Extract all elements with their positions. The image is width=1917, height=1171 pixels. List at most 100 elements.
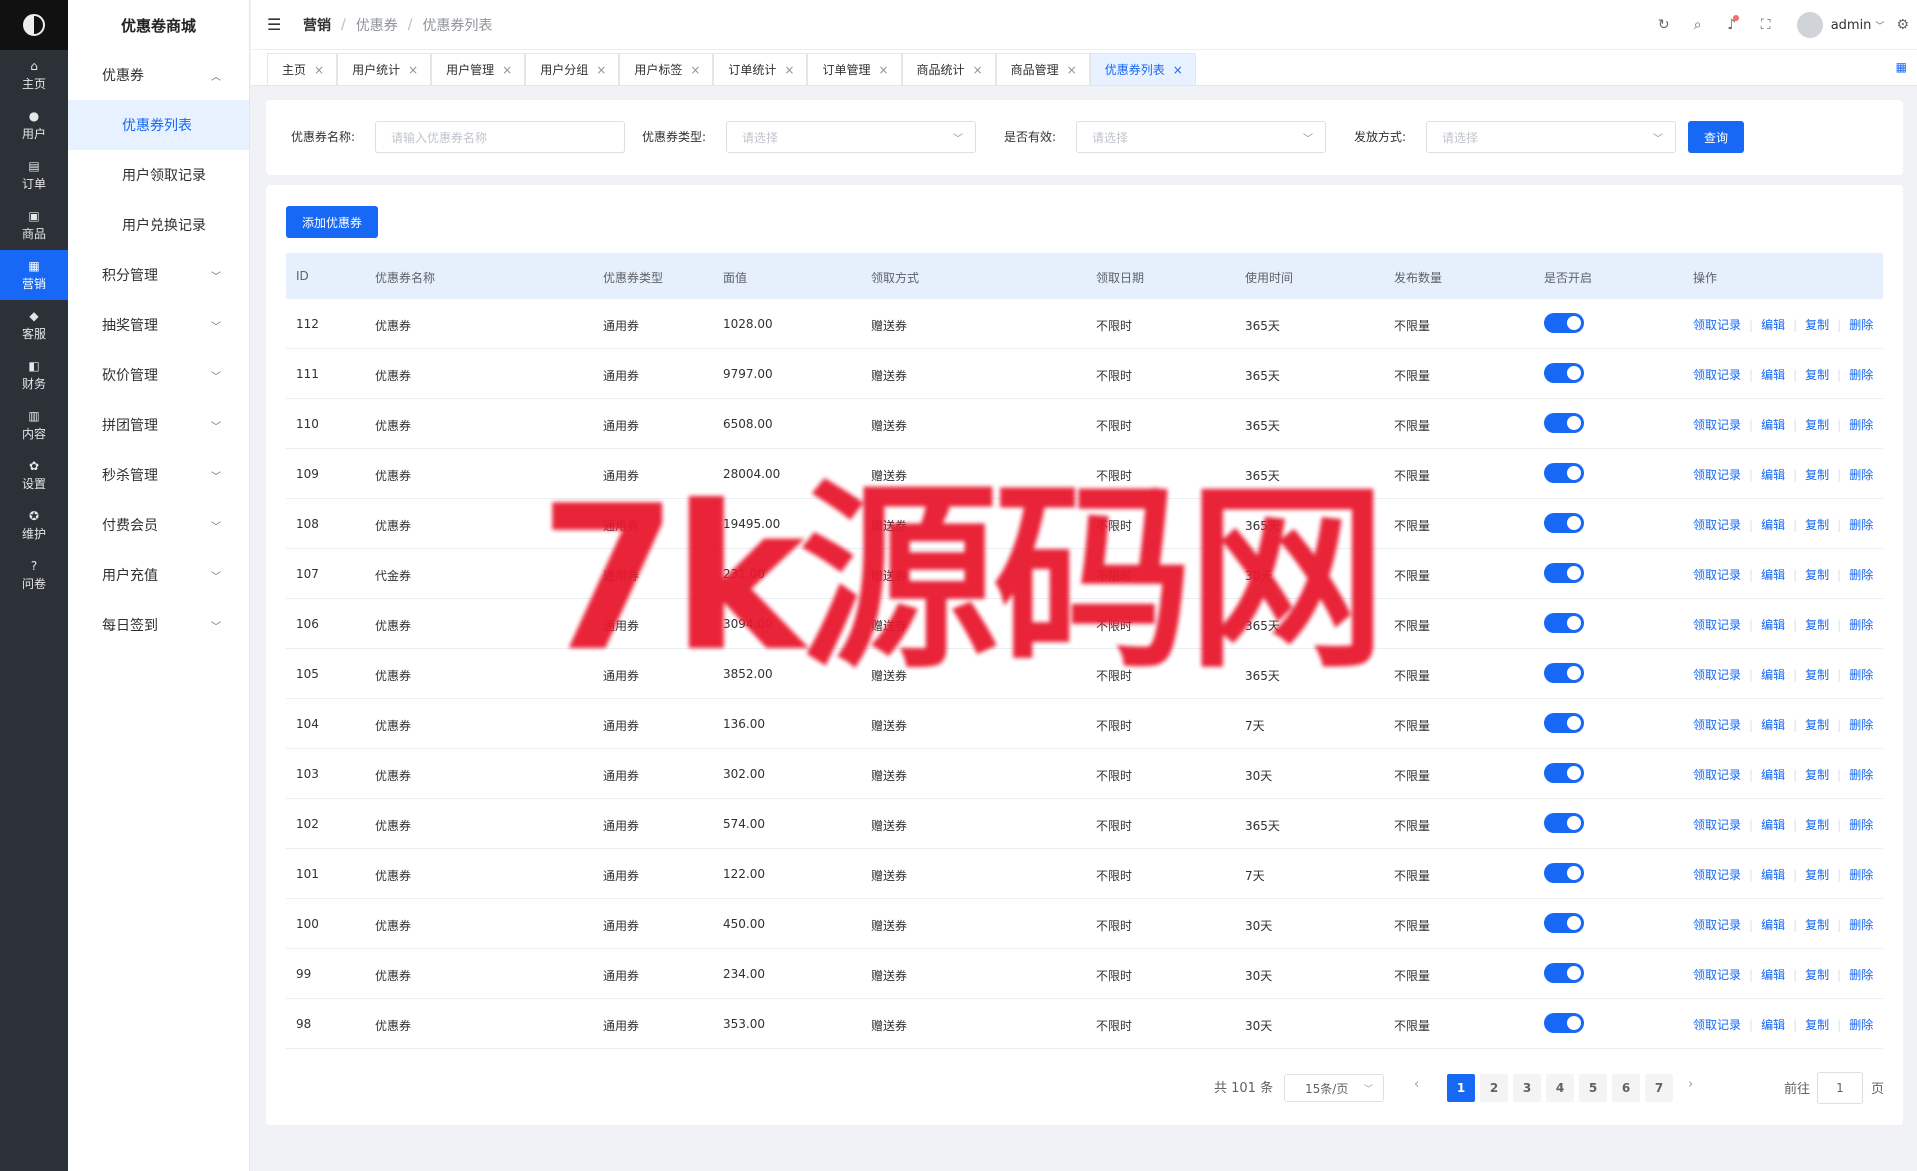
enable-toggle[interactable] (1544, 463, 1584, 483)
app-logo[interactable] (0, 0, 68, 50)
page-size-select[interactable]: 15条/页 ﹀ (1284, 1074, 1384, 1102)
username[interactable]: admin (1831, 18, 1872, 33)
menu-item-coupon-list[interactable]: 优惠券列表 (68, 100, 249, 150)
copy-link[interactable]: 复制 (1805, 416, 1829, 433)
copy-link[interactable]: 复制 (1805, 566, 1829, 583)
edit-link[interactable]: 编辑 (1761, 916, 1785, 933)
copy-link[interactable]: 复制 (1805, 866, 1829, 883)
rail-item-home[interactable]: ⌂ 主页 (0, 50, 68, 100)
menu-group-coupon[interactable]: 优惠券 ︿ (68, 50, 249, 100)
coupon-type-select[interactable]: 请选择 ﹀ (726, 121, 976, 153)
delete-link[interactable]: 删除 (1849, 916, 1873, 933)
copy-link[interactable]: 复制 (1805, 316, 1829, 333)
delete-link[interactable]: 删除 (1849, 416, 1873, 433)
enable-toggle[interactable] (1544, 913, 1584, 933)
tab-item[interactable]: 用户管理 × (431, 53, 526, 85)
claim-records-link[interactable]: 领取记录 (1693, 716, 1741, 733)
copy-link[interactable]: 复制 (1805, 766, 1829, 783)
bell-icon[interactable]: ♪ (1715, 15, 1749, 33)
add-coupon-button[interactable]: 添加优惠券 (286, 206, 378, 238)
tab-item[interactable]: 用户分组 × (525, 53, 620, 85)
copy-link[interactable]: 复制 (1805, 716, 1829, 733)
delete-link[interactable]: 删除 (1849, 466, 1873, 483)
menu-group[interactable]: 用户充值 ﹀ (68, 550, 249, 600)
menu-group[interactable]: 拼团管理 ﹀ (68, 400, 249, 450)
menu-group[interactable]: 积分管理 ﹀ (68, 250, 249, 300)
rail-item-marketing[interactable]: ▦ 营销 (0, 250, 68, 300)
edit-link[interactable]: 编辑 (1761, 766, 1785, 783)
close-icon[interactable]: × (690, 63, 700, 77)
claim-records-link[interactable]: 领取记录 (1693, 966, 1741, 983)
delete-link[interactable]: 删除 (1849, 716, 1873, 733)
page-button[interactable]: 2 (1480, 1074, 1508, 1102)
delete-link[interactable]: 删除 (1849, 616, 1873, 633)
menu-group[interactable]: 付费会员 ﹀ (68, 500, 249, 550)
claim-records-link[interactable]: 领取记录 (1693, 566, 1741, 583)
enable-toggle[interactable] (1544, 313, 1584, 333)
rail-item-content[interactable]: ▥ 内容 (0, 400, 68, 450)
copy-link[interactable]: 复制 (1805, 516, 1829, 533)
rail-item-goods[interactable]: ▣ 商品 (0, 200, 68, 250)
breadcrumb-item[interactable]: 营销 (303, 15, 331, 35)
page-button[interactable]: 5 (1579, 1074, 1607, 1102)
tab-item[interactable]: 订单管理 × (807, 53, 902, 85)
edit-link[interactable]: 编辑 (1761, 716, 1785, 733)
coupon-name-input[interactable]: 请输入优惠券名称 (375, 121, 625, 153)
enable-toggle[interactable] (1544, 713, 1584, 733)
close-icon[interactable]: × (596, 63, 606, 77)
edit-link[interactable]: 编辑 (1761, 816, 1785, 833)
menu-item-claim-records[interactable]: 用户领取记录 (68, 150, 249, 200)
page-button[interactable]: 6 (1612, 1074, 1640, 1102)
claim-records-link[interactable]: 领取记录 (1693, 816, 1741, 833)
menu-group[interactable]: 秒杀管理 ﹀ (68, 450, 249, 500)
edit-link[interactable]: 编辑 (1761, 516, 1785, 533)
avatar[interactable] (1796, 12, 1823, 38)
tab-item[interactable]: 用户统计 × (337, 53, 432, 85)
edit-link[interactable]: 编辑 (1761, 416, 1785, 433)
tab-item[interactable]: 主页 × (267, 53, 338, 85)
rail-item-order[interactable]: ▤ 订单 (0, 150, 68, 200)
close-icon[interactable]: × (408, 63, 418, 77)
delete-link[interactable]: 删除 (1849, 316, 1873, 333)
copy-link[interactable]: 复制 (1805, 916, 1829, 933)
tab-item[interactable]: 优惠券列表 × (1089, 53, 1196, 85)
tab-item[interactable]: 订单统计 × (713, 53, 808, 85)
enable-toggle[interactable] (1544, 763, 1584, 783)
gear-icon[interactable]: ⚙ (1896, 17, 1909, 33)
page-button[interactable]: 4 (1546, 1074, 1574, 1102)
enable-toggle[interactable] (1544, 963, 1584, 983)
next-page-icon[interactable]: › (1688, 1077, 1693, 1092)
claim-records-link[interactable]: 领取记录 (1693, 666, 1741, 683)
edit-link[interactable]: 编辑 (1761, 466, 1785, 483)
menu-group[interactable]: 每日签到 ﹀ (68, 600, 249, 650)
rail-item-service[interactable]: ◆ 客服 (0, 300, 68, 350)
rail-item-user[interactable]: ● 用户 (0, 100, 68, 150)
page-button[interactable]: 7 (1645, 1074, 1673, 1102)
refresh-icon[interactable]: ↻ (1647, 17, 1681, 33)
copy-link[interactable]: 复制 (1805, 816, 1829, 833)
delete-link[interactable]: 删除 (1849, 666, 1873, 683)
menu-item-redeem-records[interactable]: 用户兑换记录 (68, 200, 249, 250)
prev-page-icon[interactable]: ‹ (1414, 1077, 1419, 1092)
issue-method-select[interactable]: 请选择 ﹀ (1426, 121, 1676, 153)
menu-group[interactable]: 砍价管理 ﹀ (68, 350, 249, 400)
search-icon[interactable]: ⌕ (1681, 17, 1715, 33)
claim-records-link[interactable]: 领取记录 (1693, 1016, 1741, 1033)
claim-records-link[interactable]: 领取记录 (1693, 866, 1741, 883)
menu-fold-icon[interactable]: ☰ (267, 15, 287, 34)
delete-link[interactable]: 删除 (1849, 566, 1873, 583)
enable-toggle[interactable] (1544, 413, 1584, 433)
edit-link[interactable]: 编辑 (1761, 616, 1785, 633)
copy-link[interactable]: 复制 (1805, 466, 1829, 483)
claim-records-link[interactable]: 领取记录 (1693, 466, 1741, 483)
delete-link[interactable]: 删除 (1849, 366, 1873, 383)
tab-item[interactable]: 商品管理 × (995, 53, 1090, 85)
rail-item-maintain[interactable]: ✪ 维护 (0, 500, 68, 550)
claim-records-link[interactable]: 领取记录 (1693, 766, 1741, 783)
copy-link[interactable]: 复制 (1805, 666, 1829, 683)
claim-records-link[interactable]: 领取记录 (1693, 366, 1741, 383)
claim-records-link[interactable]: 领取记录 (1693, 416, 1741, 433)
claim-records-link[interactable]: 领取记录 (1693, 616, 1741, 633)
goto-page-input[interactable]: 1 (1817, 1072, 1863, 1104)
query-button[interactable]: 查询 (1688, 121, 1744, 153)
